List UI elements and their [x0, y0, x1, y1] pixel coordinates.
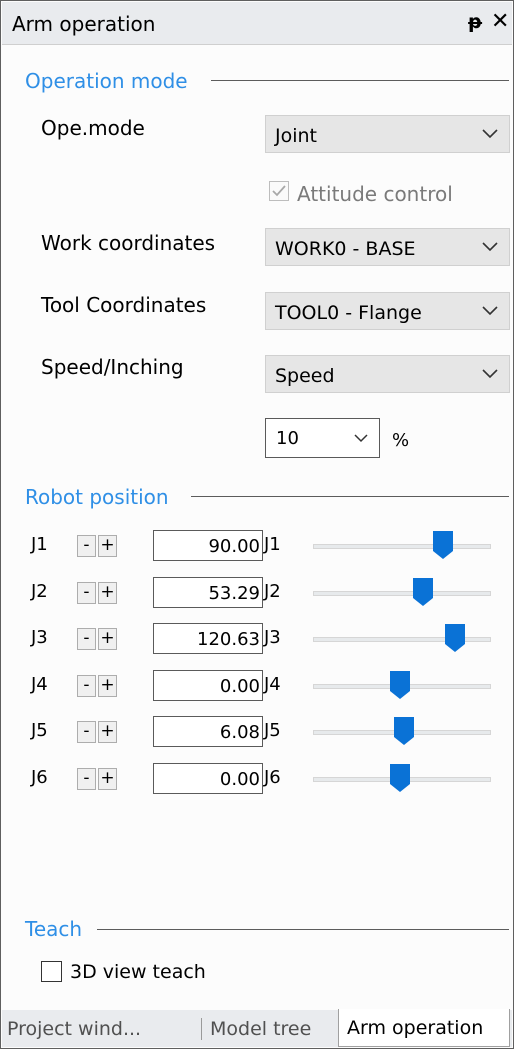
joint-value-field[interactable]: 90.00: [153, 530, 263, 561]
joint-slider-label: J3: [264, 627, 281, 648]
tool-coordinates-select[interactable]: TOOL0 - Flange: [265, 292, 510, 330]
pin-icon[interactable]: ᵽ: [468, 11, 482, 33]
joint-slider-thumb[interactable]: [389, 763, 411, 793]
tab-model-tree[interactable]: Model tree: [202, 1010, 336, 1047]
joint-slider-label: J1: [264, 534, 281, 555]
chevron-down-icon: [482, 129, 498, 139]
joint-row: J3- +120.63 J3: [1, 621, 514, 655]
joint-row: J6- +0.00 J6: [1, 761, 514, 795]
joint-name-label: J6: [31, 767, 48, 788]
arm-operation-panel: Arm operation ᵽ ✕ Operation mode Ope.mod…: [0, 0, 514, 1049]
robot-position-divider: [191, 496, 509, 497]
joint-value-field[interactable]: 0.00: [153, 763, 263, 794]
bottom-tab-bar: Project wind... Model tree Arm operation: [2, 1009, 512, 1047]
chevron-down-icon: [482, 306, 498, 316]
work-coordinates-select[interactable]: WORK0 - BASE: [265, 228, 510, 266]
check-icon: [272, 185, 286, 197]
teach-divider: [97, 929, 509, 930]
ope-mode-select[interactable]: Joint: [265, 115, 510, 153]
work-coordinates-value: WORK0 - BASE: [275, 238, 416, 260]
joint-value-field[interactable]: 120.63: [153, 623, 263, 654]
joint-decrement-button[interactable]: -: [77, 628, 96, 650]
work-coordinates-label: Work coordinates: [41, 231, 216, 255]
3d-view-teach-label: 3D view teach: [70, 961, 206, 983]
speed-inching-select[interactable]: Speed: [265, 355, 510, 393]
tool-coordinates-value: TOOL0 - Flange: [275, 302, 422, 324]
joint-increment-button[interactable]: +: [98, 582, 117, 604]
joint-slider-thumb[interactable]: [444, 623, 466, 653]
tab-project-window[interactable]: Project wind...: [2, 1010, 200, 1047]
speed-inching-label: Speed/Inching: [41, 355, 184, 379]
tab-label: Arm operation: [347, 1017, 484, 1039]
attitude-control-checkbox[interactable]: [269, 181, 289, 201]
speed-percent-value: 10: [276, 428, 299, 449]
joint-slider-label: J4: [264, 674, 281, 695]
joint-row: J1- +90.00 J1: [1, 528, 514, 562]
joint-name-label: J5: [31, 720, 48, 741]
3d-view-teach-checkbox[interactable]: [41, 961, 62, 982]
joint-slider-thumb[interactable]: [393, 716, 415, 746]
chevron-down-icon: [482, 369, 498, 379]
joint-increment-button[interactable]: +: [98, 628, 117, 650]
joint-increment-button[interactable]: +: [98, 721, 117, 743]
joint-value: 120.63: [197, 629, 260, 650]
joint-name-label: J2: [31, 581, 48, 602]
teach-header: Teach: [25, 917, 83, 941]
joint-slider-track[interactable]: [313, 544, 491, 549]
joint-slider-track[interactable]: [313, 591, 491, 596]
panel-titlebar: Arm operation ᵽ ✕: [2, 2, 512, 45]
joint-value: 90.00: [208, 536, 260, 557]
close-icon[interactable]: ✕: [491, 9, 509, 34]
speed-inching-value: Speed: [275, 365, 335, 387]
joint-slider-label: J6: [264, 767, 281, 788]
joint-value: 53.29: [208, 583, 260, 604]
joint-decrement-button[interactable]: -: [77, 675, 96, 697]
joint-slider-thumb[interactable]: [432, 530, 454, 560]
joint-row: J2- +53.29 J2: [1, 575, 514, 609]
joint-name-label: J3: [31, 627, 48, 648]
joint-decrement-button[interactable]: -: [77, 582, 96, 604]
joint-name-label: J1: [31, 534, 48, 555]
joint-value: 0.00: [219, 769, 260, 790]
speed-percent-select[interactable]: 10: [265, 418, 380, 458]
robot-position-header: Robot position: [25, 485, 169, 509]
joint-increment-button[interactable]: +: [98, 675, 117, 697]
tab-arm-operation[interactable]: Arm operation: [338, 1009, 510, 1047]
joint-decrement-button[interactable]: -: [77, 768, 96, 790]
attitude-control-label: Attitude control: [297, 182, 453, 206]
operation-mode-header: Operation mode: [25, 69, 188, 93]
operation-mode-divider: [211, 80, 509, 81]
ope-mode-value: Joint: [275, 125, 317, 147]
joint-value-field[interactable]: 6.08: [153, 716, 263, 747]
joint-increment-button[interactable]: +: [98, 768, 117, 790]
joint-slider-label: J5: [264, 720, 281, 741]
joint-value: 0.00: [219, 676, 260, 697]
joint-decrement-button[interactable]: -: [77, 535, 96, 557]
joint-value-field[interactable]: 53.29: [153, 577, 263, 608]
joint-row: J5- +6.08 J5: [1, 714, 514, 748]
tab-label: Model tree: [210, 1018, 312, 1040]
joint-value: 6.08: [219, 722, 260, 743]
joint-name-label: J4: [31, 674, 48, 695]
joint-decrement-button[interactable]: -: [77, 721, 96, 743]
joint-row: J4- +0.00 J4: [1, 668, 514, 702]
joint-slider-thumb[interactable]: [389, 670, 411, 700]
joint-value-field[interactable]: 0.00: [153, 670, 263, 701]
percent-unit-label: %: [392, 430, 410, 451]
panel-title: Arm operation: [12, 12, 156, 36]
chevron-down-icon: [482, 242, 498, 252]
tool-coordinates-label: Tool Coordinates: [41, 293, 207, 317]
chevron-down-icon: [354, 434, 368, 443]
joint-slider-thumb[interactable]: [412, 577, 434, 607]
joint-slider-label: J2: [264, 581, 281, 602]
ope-mode-label: Ope.mode: [41, 116, 145, 140]
tab-label: Project wind...: [7, 1018, 142, 1040]
joint-increment-button[interactable]: +: [98, 535, 117, 557]
